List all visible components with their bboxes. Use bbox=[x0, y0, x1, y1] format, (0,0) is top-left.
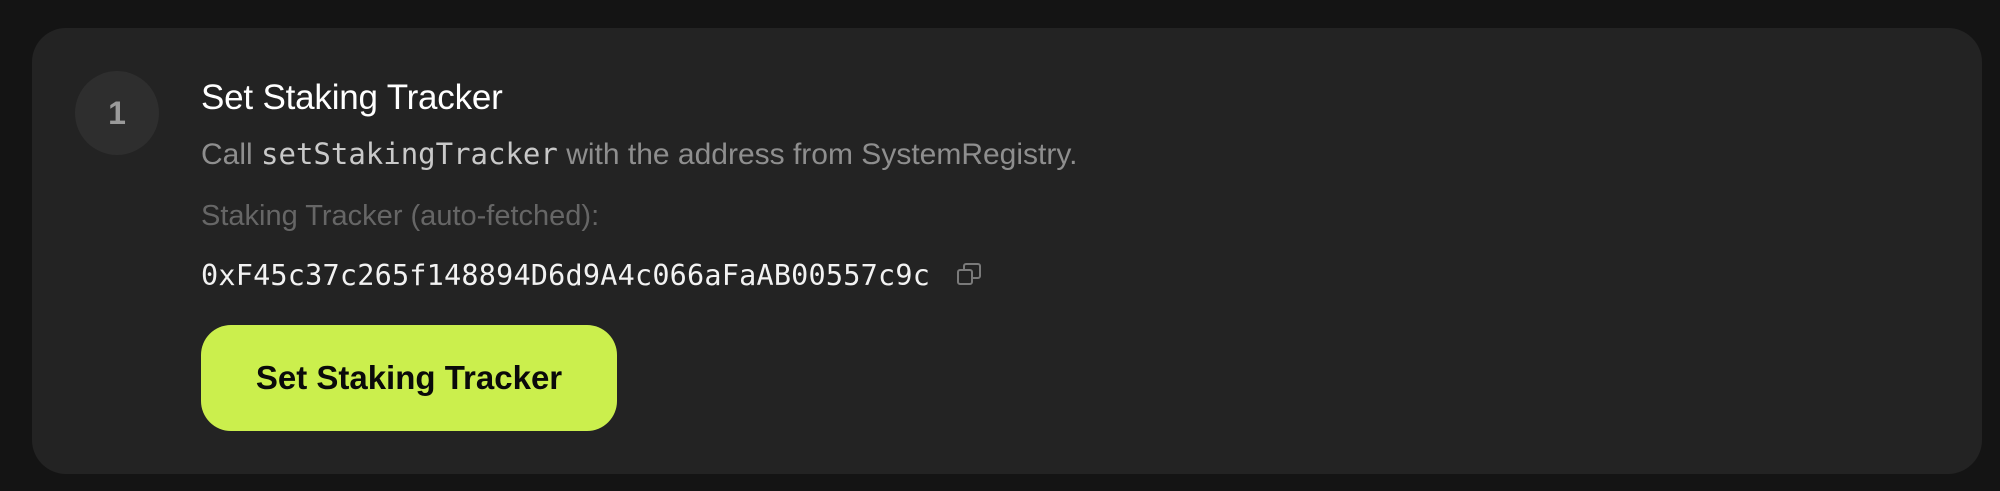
description-suffix: with the address from SystemRegistry. bbox=[566, 138, 1078, 171]
step-card: 1 Set Staking Tracker Call setStakingTra… bbox=[32, 28, 1982, 474]
step-number-badge: 1 bbox=[75, 71, 159, 155]
step-content: Set Staking Tracker Call setStakingTrack… bbox=[201, 76, 1942, 431]
set-staking-tracker-button[interactable]: Set Staking Tracker bbox=[201, 325, 617, 431]
staking-tracker-label: Staking Tracker (auto-fetched): bbox=[201, 200, 600, 232]
staking-tracker-address: 0xF45c37c265f148894D6d9A4c066aFaAB00557c… bbox=[201, 258, 931, 292]
address-row: 0xF45c37c265f148894D6d9A4c066aFaAB00557c… bbox=[201, 255, 1942, 295]
function-name-code: setStakingTracker bbox=[261, 137, 558, 171]
step-description: Call setStakingTracker with the address … bbox=[201, 134, 1942, 175]
description-prefix: Call bbox=[201, 138, 253, 171]
copy-icon[interactable] bbox=[956, 262, 982, 288]
step-title: Set Staking Tracker bbox=[201, 78, 503, 117]
